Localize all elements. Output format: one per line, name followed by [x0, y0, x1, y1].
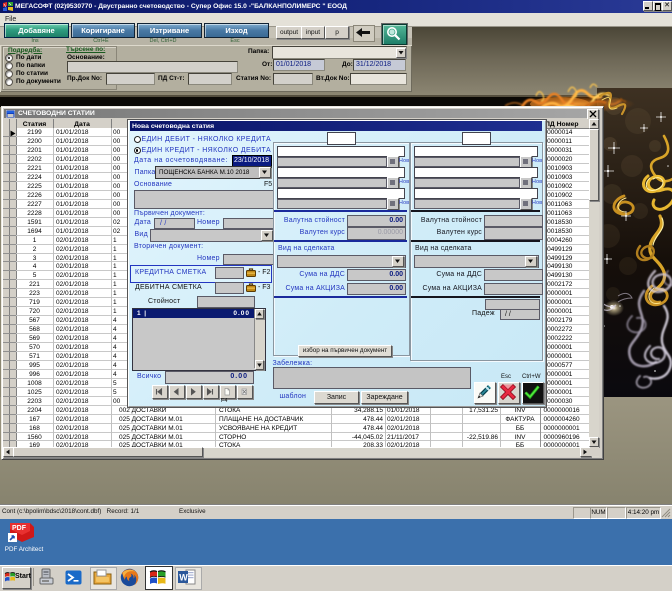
- svg-text:W: W: [179, 573, 188, 583]
- svg-text:PDF: PDF: [12, 525, 27, 532]
